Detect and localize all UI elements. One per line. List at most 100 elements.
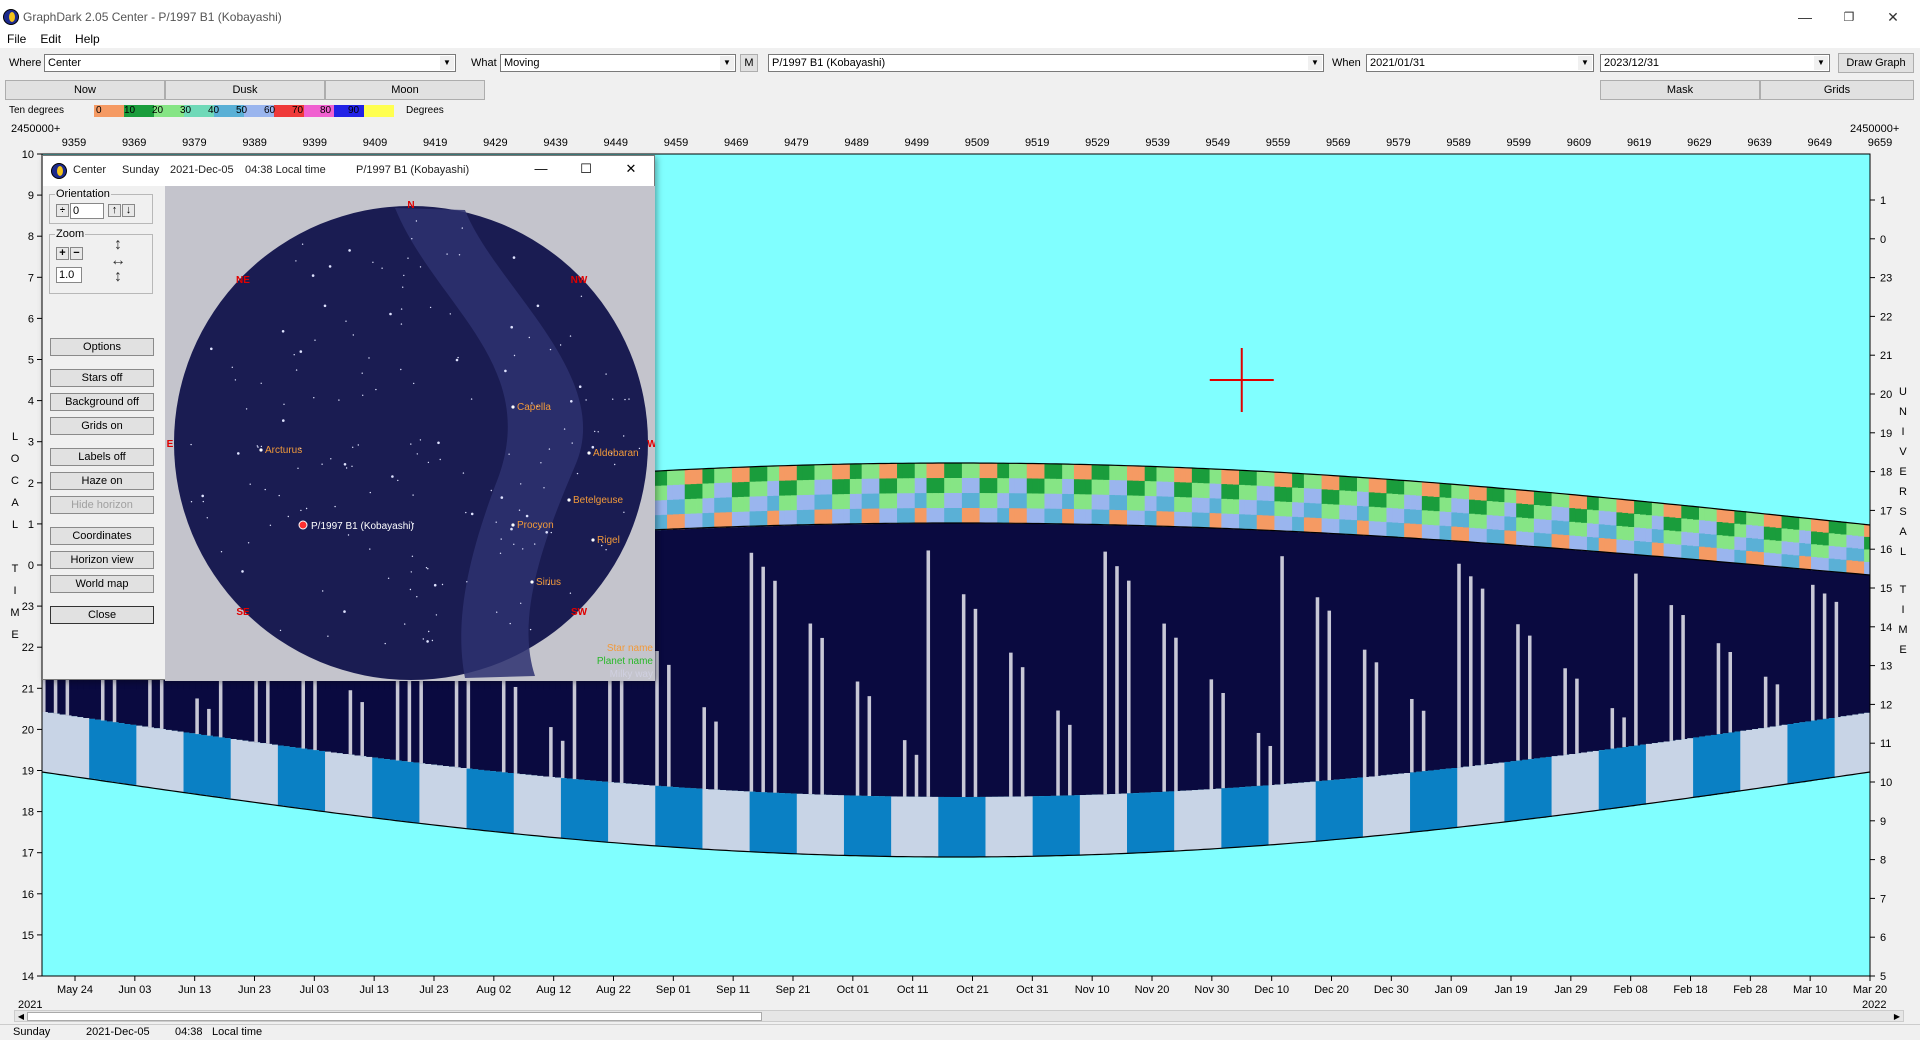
pan-arrows-icon[interactable]: ↕ ↔ ↕ <box>94 237 142 285</box>
scroll-right-icon[interactable]: ▶ <box>1891 1011 1903 1022</box>
twilight-band <box>696 498 703 514</box>
zoom-in-icon[interactable]: + <box>56 247 69 260</box>
orientation-stepper[interactable]: ÷ <box>56 204 69 217</box>
twilight-band <box>726 497 733 513</box>
horizontal-scrollbar[interactable]: ◀ ▶ <box>14 1010 1904 1022</box>
m-button[interactable]: M <box>740 54 758 72</box>
night-column <box>843 523 851 796</box>
comet-marker[interactable] <box>298 520 308 530</box>
zoom-input[interactable]: 1.0 <box>56 267 82 283</box>
dialog-maximize-button[interactable]: ☐ <box>573 161 599 177</box>
twilight-band <box>1828 545 1836 560</box>
now-button[interactable]: Now <box>5 80 165 100</box>
star-dot <box>510 325 513 329</box>
star-dot <box>314 339 316 341</box>
start-date-select[interactable]: 2021/01/31 ▼ <box>1366 54 1594 72</box>
twilight-band <box>796 510 804 526</box>
dawn-band <box>1368 776 1376 837</box>
minimize-button[interactable]: — <box>1790 6 1820 28</box>
scroll-thumb[interactable] <box>27 1012 762 1021</box>
object-select[interactable]: P/1997 B1 (Kobayashi) ▼ <box>768 54 1324 72</box>
star-dot <box>220 551 223 553</box>
night-column <box>849 523 857 796</box>
arrow-up-icon[interactable]: ↑ <box>108 204 121 217</box>
star-dot <box>338 399 340 401</box>
orientation-input[interactable]: 0 <box>70 203 104 219</box>
dawn-band <box>1463 766 1470 827</box>
twilight-band <box>1616 539 1623 554</box>
twilight-band <box>932 478 939 494</box>
background-off-button[interactable]: Background off <box>50 393 154 411</box>
dusk-button[interactable]: Dusk <box>165 80 325 100</box>
twilight-band <box>891 508 898 524</box>
twilight-band <box>1345 519 1352 535</box>
star-dot <box>571 442 573 444</box>
menu-file[interactable]: File <box>0 30 33 48</box>
star-dot <box>435 614 438 616</box>
dialog-close-button[interactable]: ✕ <box>618 161 644 177</box>
moon-button[interactable]: Moon <box>325 80 485 100</box>
twilight-band <box>1604 497 1611 512</box>
twilight-band <box>1651 515 1659 530</box>
twilight-band <box>684 513 692 530</box>
grids-on-button[interactable]: Grids on <box>50 417 154 435</box>
what-select[interactable]: Moving ▼ <box>500 54 736 72</box>
night-column <box>678 528 686 788</box>
close-dialog-button[interactable]: Close <box>50 606 154 624</box>
night-column <box>891 523 898 797</box>
haze-on-button[interactable]: Haze on <box>50 472 154 490</box>
arrow-down-icon[interactable]: ↓ <box>122 204 135 217</box>
mask-button[interactable]: Mask <box>1600 80 1760 100</box>
dawn-band <box>784 793 792 854</box>
twilight-band <box>761 481 768 497</box>
scroll-left-icon[interactable]: ◀ <box>15 1011 27 1022</box>
star-label: Rigel <box>597 535 620 546</box>
night-column <box>1380 536 1387 776</box>
twilight-band <box>1127 510 1134 526</box>
star-dot <box>237 452 240 455</box>
twilight-band <box>1315 474 1322 490</box>
twilight-band <box>720 482 727 499</box>
close-window-button[interactable]: ✕ <box>1878 6 1908 28</box>
dawn-band <box>266 743 273 804</box>
legend-tick: 30 <box>180 105 192 116</box>
hide-horizon-button[interactable]: Hide horizon <box>50 496 154 514</box>
twilight-band <box>1439 497 1446 513</box>
night-column <box>1687 558 1694 739</box>
sky-map[interactable]: NSEWNENWSESWCapellaArcturusAldebaranBete… <box>165 186 655 681</box>
dawn-band <box>979 796 986 857</box>
left-tick-label: 15 <box>22 930 34 942</box>
star-dot <box>411 555 414 557</box>
star-dot <box>321 463 323 465</box>
stars-off-button[interactable]: Stars off <box>50 369 154 387</box>
dawn-band <box>1604 749 1611 810</box>
twilight-band <box>1162 481 1169 498</box>
twilight-band <box>1239 470 1246 486</box>
zoom-out-icon[interactable]: − <box>70 247 83 260</box>
labels-off-button[interactable]: Labels off <box>50 448 154 466</box>
night-column <box>1404 537 1411 774</box>
twilight-band <box>1392 493 1399 509</box>
twilight-band <box>690 484 697 500</box>
end-date-select[interactable]: 2023/12/31 ▼ <box>1600 54 1830 72</box>
twilight-band <box>814 509 821 526</box>
right-tick-label: 8 <box>1880 855 1886 867</box>
twilight-band <box>1740 537 1747 551</box>
night-column <box>1757 565 1765 729</box>
night-column <box>726 527 733 791</box>
menu-help[interactable]: Help <box>68 30 107 48</box>
options-button[interactable]: Options <box>50 338 154 356</box>
menu-edit[interactable]: Edit <box>33 30 68 48</box>
world-map-button[interactable]: World map <box>50 575 154 593</box>
dawn-band <box>1834 717 1841 778</box>
restore-button[interactable]: ❐ <box>1834 6 1864 28</box>
draw-graph-button[interactable]: Draw Graph <box>1838 53 1914 73</box>
horizon-view-button[interactable]: Horizon view <box>50 551 154 569</box>
grids-button[interactable]: Grids <box>1760 80 1914 100</box>
twilight-band <box>1822 519 1830 534</box>
dialog-minimize-button[interactable]: — <box>528 161 554 176</box>
where-select[interactable]: Center ▼ <box>44 54 456 72</box>
coordinates-button[interactable]: Coordinates <box>50 527 154 545</box>
twilight-band <box>737 496 745 513</box>
dawn-band <box>301 748 308 809</box>
